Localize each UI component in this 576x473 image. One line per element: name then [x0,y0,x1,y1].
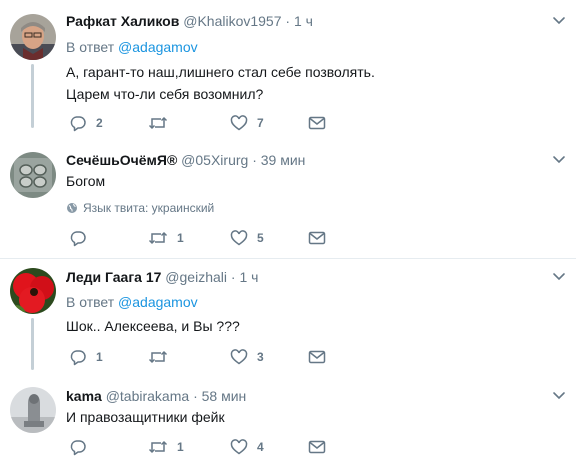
reply-to-link[interactable]: @adagamov [118,294,198,310]
thread-connector [31,318,34,370]
reply-prefix: В ответ [66,39,115,55]
display-name[interactable]: Леди Гаага 17 [66,269,161,285]
timestamp[interactable]: 39 мин [261,152,306,168]
tweet-actions: 1 5 [66,228,336,248]
like-button[interactable]: 5 [230,228,264,248]
like-count: 7 [257,116,264,130]
tweet-3[interactable]: Леди Гаага 17 @geizhali · 1 ч В ответ @a… [0,259,576,377]
avatar[interactable] [10,152,56,198]
envelope-icon [308,231,326,245]
timestamp[interactable]: 1 ч [239,269,258,285]
retweet-count: 1 [177,231,184,245]
chevron-down-icon[interactable] [552,389,566,403]
reply-button[interactable]: 1 [69,347,103,367]
tweet-text: Шок.. Алексеева, и Вы ??? [66,315,240,337]
avatar[interactable] [10,268,56,314]
retweet-icon [148,350,168,364]
direct-message-button[interactable] [308,113,326,133]
retweet-icon [148,116,168,130]
reply-icon [70,350,86,366]
separator-dot: · [193,388,198,404]
tweet-1[interactable]: Рафкат Халиков @Khalikov1957 · 1 ч В отв… [0,0,576,142]
separator-dot: · [252,152,257,168]
reply-prefix: В ответ [66,294,115,310]
reply-button[interactable] [69,228,96,248]
reply-icon [70,116,86,132]
tweet-text-line: Шок.. Алексеева, и Вы ??? [66,318,240,334]
tweet-text: А, гарант-то наш,лишнего стал себе позво… [66,61,375,105]
globe-icon [67,203,77,213]
direct-message-button[interactable] [308,347,326,367]
language-label: Язык твита: украинский [83,201,215,215]
envelope-icon [308,440,326,454]
tweet-text-line: Богом [66,173,106,189]
display-name[interactable]: kama [66,388,102,404]
avatar[interactable] [10,387,56,433]
direct-message-button[interactable] [308,437,326,457]
retweet-count: 1 [177,440,184,454]
heart-icon [230,230,248,246]
tweet-actions: 1 3 [66,347,336,367]
like-button[interactable]: 3 [230,347,264,367]
retweet-button[interactable]: 1 [148,228,184,248]
like-button[interactable]: 7 [230,113,264,133]
user-handle[interactable]: @05Xirurg [181,152,248,168]
tweet-header: Леди Гаага 17 @geizhali · 1 ч [66,269,258,285]
tweet-text: И правозащитники фейк [66,406,225,428]
tweet-text-line: А, гарант-то наш,лишнего стал себе позво… [66,64,375,80]
reply-count: 2 [96,116,103,130]
thread-connector [31,64,34,128]
timestamp[interactable]: 1 ч [294,13,313,29]
reply-to-link[interactable]: @adagamov [118,39,198,55]
envelope-icon [308,350,326,364]
like-button[interactable]: 4 [230,437,264,457]
reply-button[interactable] [69,437,96,457]
tweet-4[interactable]: kama @tabirakama · 58 мин И правозащитни… [0,377,576,473]
like-count: 3 [257,350,264,364]
retweet-icon [148,440,168,454]
tweet-language: Язык твита: украинский [66,201,214,215]
retweet-button[interactable] [148,347,177,367]
retweet-button[interactable] [148,113,177,133]
tweet-header: Рафкат Халиков @Khalikov1957 · 1 ч [66,13,313,29]
tweet-text-line: Царем что-ли себя возомнил? [66,86,264,102]
timestamp[interactable]: 58 мин [202,388,247,404]
reply-icon [70,440,86,456]
reply-context: В ответ @adagamov [66,39,198,55]
tweet-actions: 2 7 [66,113,336,133]
chevron-down-icon[interactable] [552,153,566,167]
heart-icon [230,439,248,455]
tweet-actions: 1 4 [66,437,336,457]
tweet-text: Богом [66,170,105,192]
heart-icon [230,349,248,365]
envelope-icon [308,116,326,130]
tweet-header: СечёшьОчёмЯ® @05Xirurg · 39 мин [66,152,305,168]
tweet-header: kama @tabirakama · 58 мин [66,388,246,404]
like-count: 5 [257,231,264,245]
reply-context: В ответ @adagamov [66,294,198,310]
chevron-down-icon[interactable] [552,14,566,28]
avatar[interactable] [10,14,56,60]
tweet-2[interactable]: СечёшьОчёмЯ® @05Xirurg · 39 мин Богом Яз… [0,142,576,258]
separator-dot: · [285,13,291,29]
chevron-down-icon[interactable] [552,270,566,284]
display-name[interactable]: СечёшьОчёмЯ® [66,152,177,168]
user-handle[interactable]: @Khalikov1957 [183,13,281,29]
retweet-button[interactable]: 1 [148,437,184,457]
reply-icon [70,231,86,247]
display-name[interactable]: Рафкат Халиков [66,13,179,29]
direct-message-button[interactable] [308,228,326,248]
separator-dot: · [230,269,236,285]
user-handle[interactable]: @tabirakama [106,388,189,404]
retweet-icon [148,231,168,245]
reply-count: 1 [96,350,103,364]
like-count: 4 [257,440,264,454]
heart-icon [230,115,248,131]
reply-button[interactable]: 2 [69,113,103,133]
tweet-text-line: И правозащитники фейк [66,409,225,425]
user-handle[interactable]: @geizhali [165,269,227,285]
